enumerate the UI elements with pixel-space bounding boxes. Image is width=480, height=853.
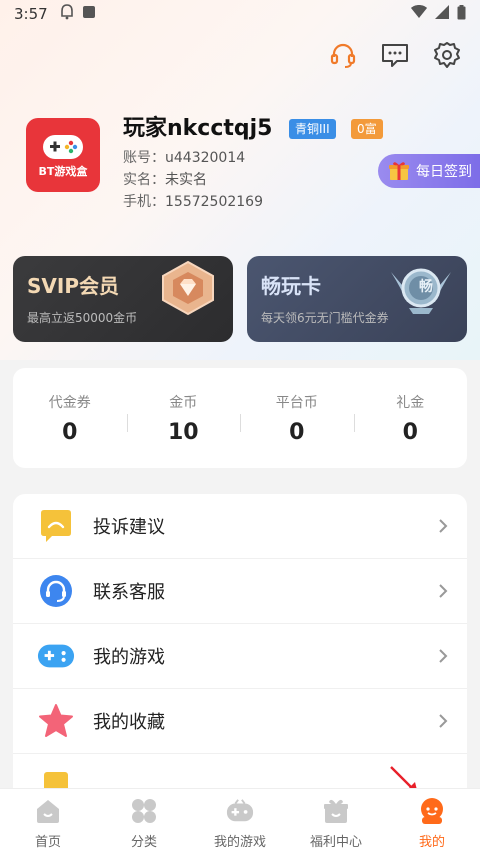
stat-label: 代金券 bbox=[48, 394, 91, 411]
status-bar: 3:57 bbox=[0, 0, 480, 28]
realname-label: 实名： bbox=[123, 172, 165, 188]
chevron-right-icon bbox=[431, 709, 455, 733]
stat-gold[interactable]: 金币 10 bbox=[126, 392, 241, 445]
checkin-label: 每日签到 bbox=[416, 164, 472, 180]
account-line: 账号：u44320014 bbox=[123, 147, 245, 167]
gear-icon[interactable] bbox=[432, 40, 462, 70]
chevron-right-icon bbox=[431, 644, 455, 668]
menu-label: 我的游戏 bbox=[93, 647, 165, 668]
stat-gift-money[interactable]: 礼金 0 bbox=[353, 392, 468, 445]
tab-my-games[interactable]: 我的游戏 bbox=[192, 789, 288, 853]
tab-label: 首页 bbox=[34, 835, 61, 850]
my-games-icon bbox=[226, 797, 254, 825]
phone-line: 手机：15572502169 bbox=[123, 191, 263, 211]
stat-value: 0 bbox=[402, 419, 418, 445]
tab-label: 分类 bbox=[130, 835, 157, 850]
tab-label: 福利中心 bbox=[309, 835, 362, 850]
diamond-emblem-icon bbox=[162, 260, 214, 316]
gift-box-icon bbox=[389, 162, 409, 180]
rich-badge[interactable]: 0富 bbox=[351, 119, 383, 139]
phone-label: 手机： bbox=[123, 194, 165, 210]
app-notification-icon bbox=[82, 5, 96, 23]
stat-platform-coin[interactable]: 平台币 0 bbox=[240, 392, 354, 445]
gift-icon bbox=[322, 797, 350, 825]
menu-item-customer-service[interactable]: 联系客服 bbox=[13, 559, 467, 624]
daily-checkin-button[interactable]: 每日签到 bbox=[378, 154, 480, 188]
category-icon bbox=[130, 797, 158, 825]
profile-icon bbox=[418, 797, 446, 825]
chevron-right-icon bbox=[431, 514, 455, 538]
account-value: u44320014 bbox=[165, 150, 246, 166]
stat-value: 0 bbox=[289, 419, 305, 445]
menu-label: 我的收藏 bbox=[93, 712, 165, 733]
signal-icon bbox=[435, 5, 449, 23]
realname-value: 未实名 bbox=[165, 172, 207, 188]
play-card-emblem-text: 畅 bbox=[419, 279, 433, 295]
gamepad-logo-icon bbox=[43, 135, 83, 159]
menu-label: 投诉建议 bbox=[93, 517, 165, 538]
battery-icon bbox=[457, 4, 466, 24]
home-icon bbox=[34, 797, 62, 825]
menu-item-feedback[interactable]: 投诉建议 bbox=[13, 494, 467, 559]
avatar-text: BT游戏盒 bbox=[38, 165, 88, 178]
customer-service-icon bbox=[37, 572, 75, 610]
notification-icon bbox=[60, 4, 74, 24]
stat-label: 礼金 bbox=[396, 394, 425, 411]
chat-icon[interactable] bbox=[380, 40, 410, 70]
status-icons bbox=[411, 4, 466, 24]
headset-icon[interactable] bbox=[328, 40, 358, 70]
tab-label: 我的 bbox=[418, 835, 445, 850]
stat-label: 金币 bbox=[169, 394, 198, 411]
phone-value: 15572502169 bbox=[165, 194, 263, 210]
realname-line: 实名：未实名 bbox=[123, 169, 207, 189]
wallet-stats: 代金券 0 金币 10 平台币 0 礼金 0 bbox=[13, 368, 467, 468]
avatar[interactable]: BT游戏盒 bbox=[26, 118, 100, 192]
username: 玩家nkcctqj5 bbox=[123, 116, 273, 141]
stat-value: 0 bbox=[62, 419, 78, 445]
tab-label: 我的游戏 bbox=[213, 835, 266, 850]
bottom-tab-bar: 首页 分类 我的游戏 福利中心 我的 bbox=[0, 788, 480, 853]
menu-label: 联系客服 bbox=[93, 582, 165, 603]
menu-item-my-games[interactable]: 我的游戏 bbox=[13, 624, 467, 689]
tab-profile[interactable]: 我的 bbox=[384, 789, 480, 853]
stat-voucher[interactable]: 代金券 0 bbox=[13, 392, 127, 445]
chevron-right-icon bbox=[431, 579, 455, 603]
feedback-icon bbox=[37, 507, 75, 545]
star-icon bbox=[37, 702, 75, 740]
gamepad-icon bbox=[37, 637, 75, 675]
play-card[interactable]: 畅玩卡 每天领6元无门槛代金券 畅 bbox=[247, 256, 467, 342]
menu-item-favorites[interactable]: 我的收藏 bbox=[13, 689, 467, 754]
wifi-icon bbox=[411, 5, 427, 23]
tab-category[interactable]: 分类 bbox=[96, 789, 192, 853]
tab-home[interactable]: 首页 bbox=[0, 789, 96, 853]
level-badge[interactable]: 青铜III bbox=[289, 119, 336, 139]
account-label: 账号： bbox=[123, 150, 165, 166]
tab-welfare-center[interactable]: 福利中心 bbox=[288, 789, 384, 853]
stat-label: 平台币 bbox=[275, 394, 318, 411]
header-actions bbox=[328, 40, 462, 70]
status-time: 3:57 bbox=[14, 5, 48, 23]
stat-value: 10 bbox=[167, 419, 199, 445]
svip-card[interactable]: SVIP会员 最高立返50000金币 bbox=[13, 256, 233, 342]
